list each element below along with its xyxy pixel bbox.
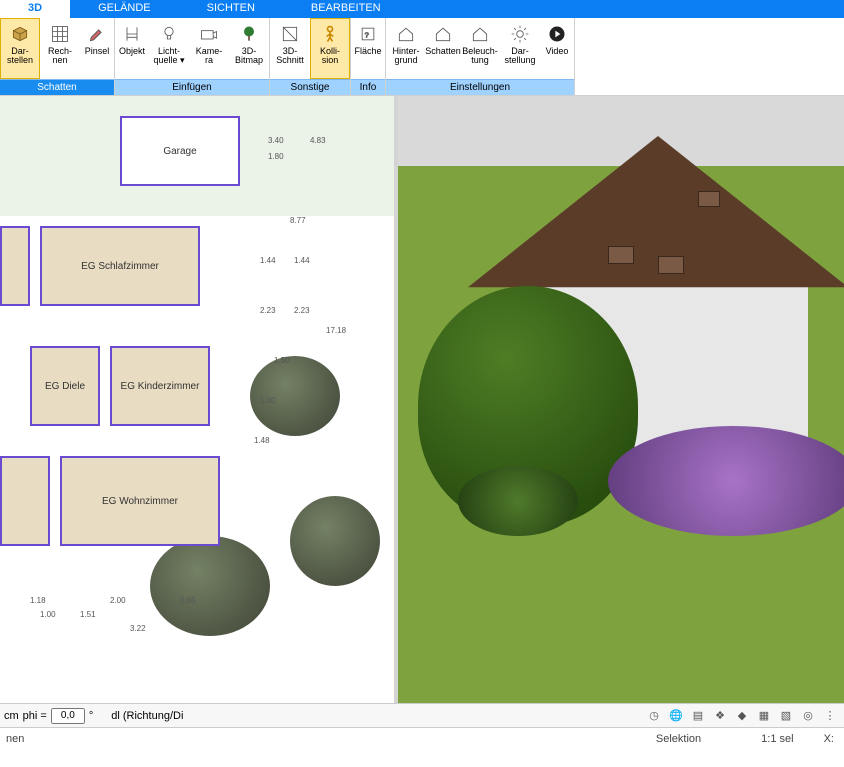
tab-bearbeiten[interactable]: BEARBEITEN <box>283 0 409 18</box>
diamond-icon[interactable]: ◆ <box>732 706 752 726</box>
grid-icon <box>49 23 71 45</box>
svg-text:?: ? <box>365 30 369 39</box>
main-tabstrip: 3D GELÄNDE SICHTEN BEARBEITEN <box>0 0 844 18</box>
ribbon-flaeche-button[interactable]: ?Fläche <box>351 18 385 79</box>
status-selektion: Selektion <box>616 733 741 745</box>
play-icon <box>546 23 568 45</box>
layers-icon[interactable]: ❖ <box>710 706 730 726</box>
bush-icon <box>458 466 578 536</box>
secondary-toolbar: cm phi = ° dl (Richtung/Di ◷🌐▤❖◆▦▧◎⋮ <box>0 703 844 727</box>
house-icon <box>432 23 454 45</box>
phi-label: phi = <box>23 710 47 722</box>
dimension-label: 1.44 <box>260 256 276 265</box>
bulb-icon <box>158 23 180 45</box>
room-label[interactable] <box>0 456 50 546</box>
dimension-label: 2.23 <box>294 306 310 315</box>
dimension-label: 1.44 <box>294 256 310 265</box>
grid3-icon[interactable]: ▦ <box>754 706 774 726</box>
chair-icon <box>121 23 143 45</box>
dimension-label: 1.00 <box>40 610 56 619</box>
section-icon <box>279 23 301 45</box>
roof-window-icon <box>698 191 720 207</box>
dimension-label: 0.65 <box>180 596 196 605</box>
ribbon-group-label: Schatten <box>0 79 114 95</box>
dimension-label: 1.00 <box>260 396 276 405</box>
ribbon-darstellen-button[interactable]: Dar-stellen <box>0 18 40 79</box>
tab-sichten[interactable]: SICHTEN <box>179 0 283 18</box>
workspace: Garage EG Schlafzimmer EG DieleEG Kinderzi… <box>0 96 844 703</box>
ribbon-3dbitmap-button[interactable]: 3D-Bitmap <box>229 18 269 79</box>
globe-icon[interactable]: 🌐 <box>666 706 686 726</box>
ribbon-darstellung2-button[interactable]: Dar-stellung <box>500 18 540 79</box>
dimension-label: 1.50 <box>274 356 290 365</box>
room-label[interactable]: Garage <box>120 116 240 186</box>
house-icon <box>469 23 491 45</box>
hatch-icon[interactable]: ▧ <box>776 706 796 726</box>
room-label[interactable]: EG Kinderzimmer <box>110 346 210 426</box>
ribbon: Dar-stellenRech-nenPinselSchattenObjektL… <box>0 18 844 96</box>
dimension-label: 2.00 <box>110 596 126 605</box>
dimension-label: 1.48 <box>254 436 270 445</box>
area-icon: ? <box>357 23 379 45</box>
ribbon-video-button[interactable]: Video <box>540 18 574 79</box>
ribbon-group-label: Info <box>351 79 385 95</box>
room-label[interactable]: EG Wohnzimmer <box>60 456 220 546</box>
unit-label: cm <box>4 710 19 722</box>
ribbon-kamera-button[interactable]: Kame-ra <box>189 18 229 79</box>
ribbon-hintergrund-button[interactable]: Hinter-grund <box>386 18 426 79</box>
degree-label: ° <box>89 710 93 722</box>
status-scale: 1:1 sel <box>741 733 813 745</box>
tab-gelaende[interactable]: GELÄNDE <box>70 0 179 18</box>
room-label[interactable] <box>0 226 30 306</box>
status-x: X: <box>814 733 844 745</box>
stack-icon[interactable]: ▤ <box>688 706 708 726</box>
dimension-label: 1.51 <box>80 610 96 619</box>
brush-icon <box>86 23 108 45</box>
tab-3d[interactable]: 3D <box>0 0 70 18</box>
floorplan-pane[interactable]: Garage EG Schlafzimmer EG DieleEG Kinderzi… <box>0 96 398 703</box>
ribbon-3dschnitt-button[interactable]: 3D-Schnitt <box>270 18 310 79</box>
ribbon-rechnen-button[interactable]: Rech-nen <box>40 18 80 79</box>
menu-icon[interactable]: ⋮ <box>820 706 840 726</box>
ribbon-group-label: Einfügen <box>115 79 269 95</box>
dimension-label: 8.77 <box>290 216 306 225</box>
roof-window-icon <box>658 256 684 274</box>
ribbon-kollision-button[interactable]: Kolli-sion <box>310 18 350 79</box>
bush-icon <box>608 426 844 536</box>
dimension-label: 3.22 <box>130 624 146 633</box>
3d-view-pane[interactable] <box>398 96 844 703</box>
dimension-label: 4.83 <box>310 136 326 145</box>
target-icon[interactable]: ◎ <box>798 706 818 726</box>
status-bar: nen Selektion 1:1 sel X: <box>0 727 844 749</box>
tree-icon <box>238 23 260 45</box>
ribbon-pinsel-button[interactable]: Pinsel <box>80 18 114 79</box>
house-icon <box>395 23 417 45</box>
ribbon-lichtquelle-button[interactable]: Licht-quelle ▾ <box>149 18 189 79</box>
ribbon-beleuchtung-button[interactable]: Beleuch-tung <box>460 18 500 79</box>
status-left: nen <box>0 733 30 745</box>
plan-shrub-icon <box>290 496 380 586</box>
person-icon <box>319 23 341 45</box>
dimension-label: 1.18 <box>30 596 46 605</box>
camera-icon <box>198 23 220 45</box>
cube-icon <box>9 23 31 45</box>
mode-label[interactable]: dl (Richtung/Di <box>111 710 183 722</box>
dimension-label: 3.40 <box>268 136 284 145</box>
ribbon-schatten2-button[interactable]: Schatten <box>426 18 460 79</box>
dimension-label: 1.80 <box>268 152 284 161</box>
plan-shrub-icon <box>150 536 270 636</box>
ribbon-objekt-button[interactable]: Objekt <box>115 18 149 79</box>
gear-icon <box>509 23 531 45</box>
roof-window-icon <box>608 246 634 264</box>
ribbon-group-label: Sonstige <box>270 79 350 95</box>
clock-icon[interactable]: ◷ <box>644 706 664 726</box>
room-label[interactable]: EG Schlafzimmer <box>40 226 200 306</box>
sky-strip <box>398 96 844 166</box>
dimension-label: 17.18 <box>326 326 346 335</box>
phi-input[interactable] <box>51 708 85 724</box>
ribbon-group-label: Einstellungen <box>386 79 574 95</box>
footer-filler <box>0 749 844 767</box>
room-label[interactable]: EG Diele <box>30 346 100 426</box>
dimension-label: 2.23 <box>260 306 276 315</box>
